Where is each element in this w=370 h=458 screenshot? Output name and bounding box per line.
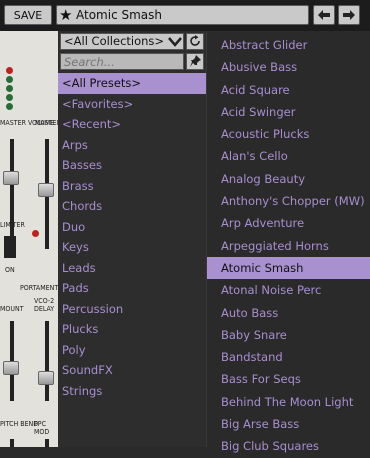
preset-item[interactable]: Atonal Noise Perc: [207, 279, 370, 301]
preset-item[interactable]: Arpeggiated Horns: [207, 235, 370, 257]
collection-item[interactable]: Arps: [58, 135, 206, 156]
preset-item[interactable]: Abstract Glider: [207, 34, 370, 56]
arrow-right-icon: [343, 10, 355, 20]
led-indicator: [6, 76, 13, 83]
collections-panel: <All Collections> <All Presets><Favorite…: [58, 31, 206, 447]
pitch-bend-slider-track[interactable]: [10, 439, 14, 447]
preset-item[interactable]: Big Arse Bass: [207, 413, 370, 435]
led-indicator: [6, 67, 13, 74]
collections-dropdown-value: <All Collections>: [64, 34, 165, 48]
search-input[interactable]: [60, 53, 184, 70]
collection-item[interactable]: Plucks: [58, 319, 206, 340]
led-indicator: [6, 103, 13, 110]
collection-item[interactable]: Basses: [58, 155, 206, 176]
collection-item[interactable]: <Favorites>: [58, 94, 206, 115]
portamento-label: PORTAMENTO: [20, 284, 64, 292]
preset-item[interactable]: Anthony's Chopper (MW): [207, 190, 370, 212]
arrow-left-icon: [318, 10, 330, 20]
preset-item[interactable]: Big Club Squares: [207, 435, 370, 457]
preset-item[interactable]: Arp Adventure: [207, 212, 370, 234]
collection-item[interactable]: <Recent>: [58, 114, 206, 135]
pin-icon: [189, 55, 201, 67]
preset-item[interactable]: Acoustic Plucks: [207, 123, 370, 145]
preset-item[interactable]: Behind The Moon Light: [207, 391, 370, 413]
preset-item[interactable]: Abusive Bass: [207, 56, 370, 78]
amount-slider[interactable]: [3, 361, 19, 375]
chevron-down-icon: [168, 37, 182, 47]
collection-item[interactable]: Chords: [58, 196, 206, 217]
master-tune-slider[interactable]: [38, 183, 54, 197]
save-button[interactable]: SAVE: [4, 5, 52, 25]
previous-preset-button[interactable]: [313, 5, 335, 25]
synth-panel: MASTER VOLUME MASTER TUNE LIMITER ON POR…: [0, 31, 63, 447]
limiter-switch[interactable]: [4, 236, 16, 258]
collection-item[interactable]: Poly: [58, 340, 206, 361]
collection-item[interactable]: Percussion: [58, 299, 206, 320]
collections-list: <All Presets> <Favorites> <Recent> Arps Bass…: [58, 73, 206, 401]
master-tune-label: MASTER TUNE: [35, 119, 58, 127]
collection-item[interactable]: Brass: [58, 176, 206, 197]
preset-item[interactable]: Bass For Seqs: [207, 368, 370, 390]
preset-item[interactable]: Bandstand: [207, 346, 370, 368]
collection-item[interactable]: Leads: [58, 258, 206, 279]
preset-item[interactable]: Acid Square: [207, 79, 370, 101]
master-volume-slider-track[interactable]: [10, 139, 14, 249]
limiter-led: [32, 230, 39, 237]
preset-item[interactable]: Baby Snare: [207, 324, 370, 346]
led-indicator: [6, 94, 13, 101]
presets-list: Abstract Glider Abusive Bass Acid Square Ac…: [207, 34, 370, 458]
pitch-bend-label: PITCH BEND: [0, 420, 39, 428]
preset-item[interactable]: Acid Swinger: [207, 101, 370, 123]
vco2-delay-slider[interactable]: [38, 371, 54, 385]
vco2-delay-slider-track[interactable]: [45, 321, 49, 401]
limiter-on-label: ON: [5, 266, 15, 274]
limiter-label: LIMITER: [0, 221, 25, 229]
refresh-button[interactable]: [186, 33, 204, 50]
ppc-mod-slider-track[interactable]: [45, 439, 49, 447]
collection-item[interactable]: Duo: [58, 217, 206, 238]
preset-item[interactable]: Analog Beauty: [207, 168, 370, 190]
preset-item[interactable]: Alan's Cello: [207, 145, 370, 167]
collection-item[interactable]: Pads: [58, 278, 206, 299]
collections-dropdown[interactable]: <All Collections>: [60, 33, 184, 50]
vco2-delay-label: VCO-2 DELAY: [34, 297, 55, 313]
mount-label: MOUNT: [0, 305, 24, 313]
pin-button[interactable]: [186, 53, 204, 70]
preset-item[interactable]: Auto Bass: [207, 302, 370, 324]
ppc-mod-label: PPC MOD: [34, 420, 50, 436]
collection-item[interactable]: SoundFX: [58, 360, 206, 381]
collection-item[interactable]: <All Presets>: [58, 73, 206, 94]
current-preset-name: Atomic Smash: [76, 8, 162, 22]
top-toolbar: SAVE ★ Atomic Smash: [0, 0, 370, 31]
refresh-icon: [190, 35, 200, 46]
preset-item[interactable]: Atomic Smash: [207, 256, 370, 280]
collection-item[interactable]: Strings: [58, 381, 206, 402]
presets-panel: Abstract Glider Abusive Bass Acid Square Ac…: [206, 31, 370, 453]
star-icon[interactable]: ★: [59, 5, 72, 25]
master-volume-slider[interactable]: [3, 171, 19, 185]
collection-item[interactable]: Keys: [58, 237, 206, 258]
current-preset-field[interactable]: ★ Atomic Smash: [56, 5, 309, 25]
led-indicator: [6, 85, 13, 92]
next-preset-button[interactable]: [338, 5, 360, 25]
